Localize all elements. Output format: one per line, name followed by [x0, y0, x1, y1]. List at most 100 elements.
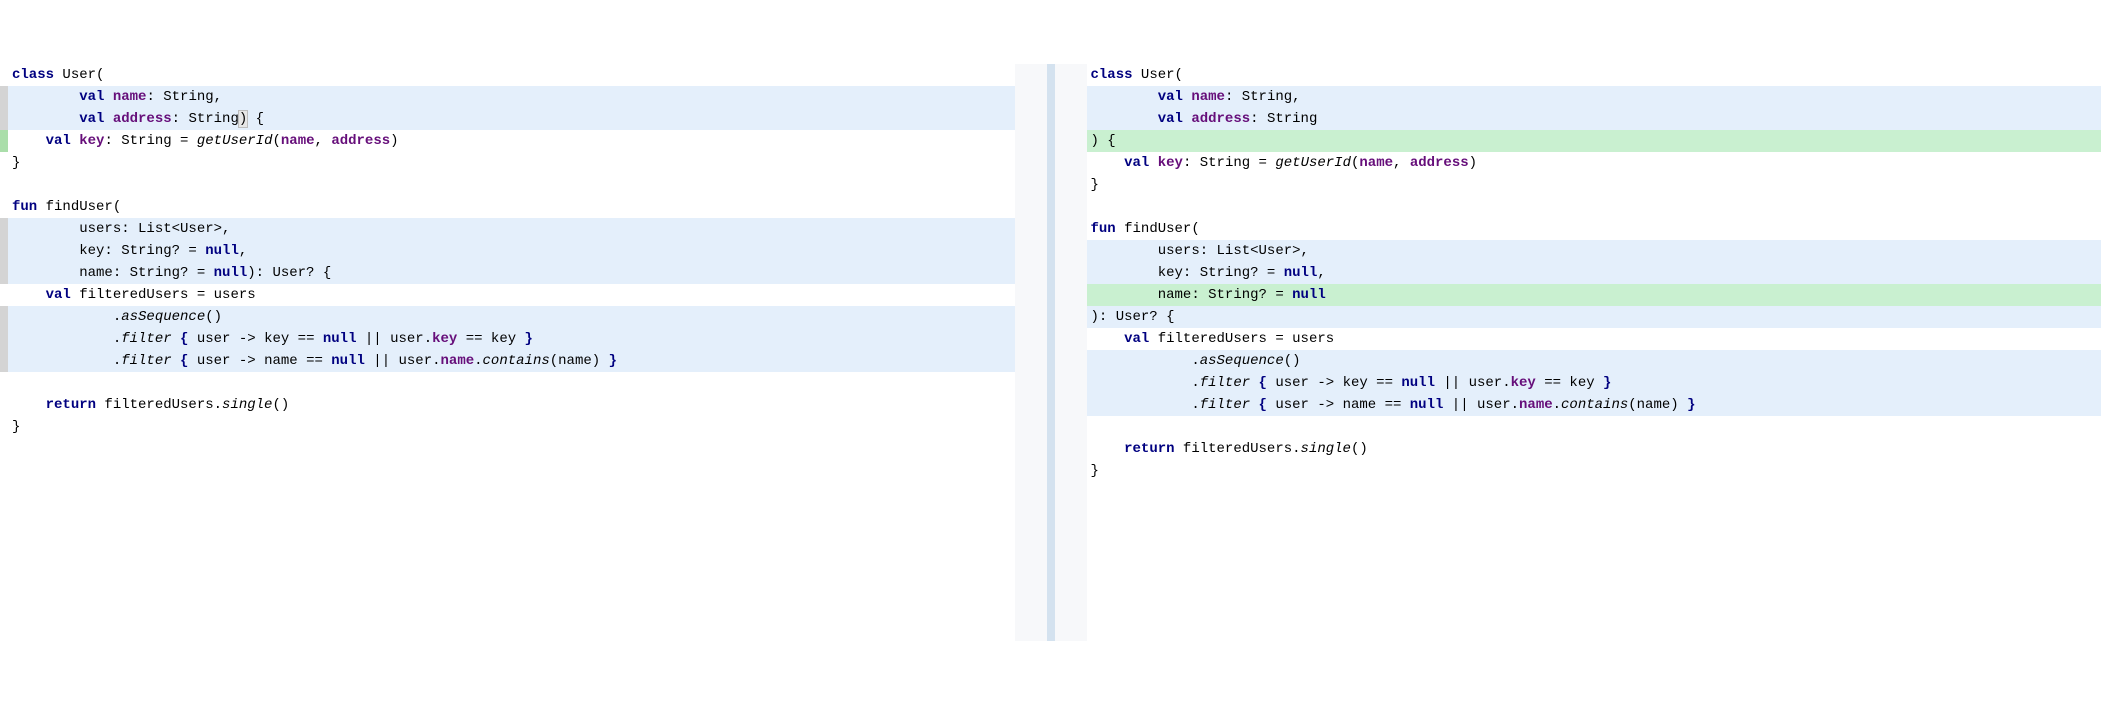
diff-marker	[0, 372, 8, 394]
code-line[interactable]: val key: String = getUserId(name, addres…	[0, 130, 1015, 152]
code-line[interactable]: name: String? = null): User? {	[0, 262, 1015, 284]
code-line[interactable]: fun findUser(	[0, 196, 1015, 218]
token: .	[12, 309, 121, 325]
token: return	[46, 397, 105, 413]
token: || user.	[1443, 397, 1519, 413]
code-line[interactable]: val key: String = getUserId(name, addres…	[1087, 152, 2101, 174]
token: null	[323, 331, 357, 347]
code-line[interactable]: .filter { user -> key == null || user.ke…	[1087, 372, 2101, 394]
token: ): User? {	[1091, 309, 1175, 325]
token: : String,	[1225, 89, 1301, 105]
token: null	[1401, 375, 1435, 391]
token: val	[79, 89, 113, 105]
code-line[interactable]: name: String? = null	[1087, 284, 2101, 306]
token: ,	[239, 243, 247, 259]
code-content: }	[1087, 177, 2101, 193]
token: filteredUsers = users	[79, 287, 255, 303]
token: filteredUsers.	[1183, 441, 1301, 457]
token: : String	[1250, 111, 1317, 127]
token: key	[1511, 375, 1536, 391]
code-content: val address: String	[1087, 111, 2101, 127]
code-content: val key: String = getUserId(name, addres…	[8, 133, 1015, 149]
token: name	[1359, 155, 1393, 171]
code-line[interactable]: .filter { user -> name == null || user.n…	[0, 350, 1015, 372]
token: )	[390, 133, 398, 149]
diff-marker	[0, 306, 8, 328]
code-line[interactable]: users: List<User>,	[0, 218, 1015, 240]
token: key	[1158, 155, 1183, 171]
token: filter	[1200, 397, 1250, 413]
code-line[interactable]	[1087, 416, 2101, 438]
code-line[interactable]	[1087, 196, 2101, 218]
code-line[interactable]: .asSequence()	[0, 306, 1015, 328]
code-content: return filteredUsers.single()	[1087, 441, 2101, 457]
token: null	[214, 265, 248, 281]
code-line[interactable]: val filteredUsers = users	[0, 284, 1015, 306]
code-line[interactable]: ): User? {	[1087, 306, 2101, 328]
code-line[interactable]: val address: String) {	[0, 108, 1015, 130]
token: .	[1091, 375, 1200, 391]
code-line[interactable]: }	[1087, 174, 2101, 196]
diff-viewer: class User( val name: String, val addres…	[0, 64, 2101, 641]
token: || user.	[365, 353, 441, 369]
code-line[interactable]: return filteredUsers.single()	[1087, 438, 2101, 460]
token: : String =	[1183, 155, 1275, 171]
token	[1250, 375, 1258, 391]
diff-left-pane[interactable]: class User( val name: String, val addres…	[0, 64, 1015, 641]
token: val	[1158, 111, 1192, 127]
code-content: }	[1087, 463, 2101, 479]
code-line[interactable]: key: String? = null,	[1087, 262, 2101, 284]
token: user -> key ==	[1267, 375, 1401, 391]
code-line[interactable]: .filter { user -> key == null || user.ke…	[0, 328, 1015, 350]
token: (name)	[1628, 397, 1687, 413]
token: val	[46, 287, 80, 303]
code-line[interactable]: val name: String,	[1087, 86, 2101, 108]
code-line[interactable]: class User(	[0, 64, 1015, 86]
code-line[interactable]: class User(	[1087, 64, 2101, 86]
code-line[interactable]: val filteredUsers = users	[1087, 328, 2101, 350]
code-line[interactable]: .filter { user -> name == null || user.n…	[1087, 394, 2101, 416]
token: User(	[1141, 67, 1183, 83]
code-line[interactable]: users: List<User>,	[1087, 240, 2101, 262]
token: ) {	[1091, 133, 1116, 149]
code-line[interactable]	[0, 372, 1015, 394]
code-line[interactable]	[0, 174, 1015, 196]
diff-marker	[0, 350, 8, 372]
code-line[interactable]: ) {	[1087, 130, 2101, 152]
token	[12, 111, 79, 127]
code-content: ) {	[1087, 133, 2101, 149]
token: name	[281, 133, 315, 149]
code-content: .filter { user -> key == null || user.ke…	[1087, 375, 2101, 391]
token: {	[247, 111, 264, 127]
token: : String,	[146, 89, 222, 105]
code-content: .asSequence()	[1087, 353, 2101, 369]
code-content: return filteredUsers.single()	[8, 397, 1015, 413]
code-line[interactable]: .asSequence()	[1087, 350, 2101, 372]
code-line[interactable]: return filteredUsers.single()	[0, 394, 1015, 416]
token: ()	[1284, 353, 1301, 369]
code-line[interactable]: key: String? = null,	[0, 240, 1015, 262]
code-line[interactable]: val name: String,	[0, 86, 1015, 108]
token: ,	[1393, 155, 1410, 171]
token: {	[1259, 397, 1267, 413]
token: name: String? =	[12, 265, 214, 281]
token: ()	[1351, 441, 1368, 457]
token	[1091, 111, 1158, 127]
token: name	[1191, 89, 1225, 105]
code-line[interactable]: }	[0, 152, 1015, 174]
code-content: }	[8, 419, 1015, 435]
token: ,	[315, 133, 332, 149]
code-content: class User(	[8, 67, 1015, 83]
code-line[interactable]: val address: String	[1087, 108, 2101, 130]
code-line[interactable]: }	[0, 416, 1015, 438]
token: : String =	[104, 133, 196, 149]
token: .	[12, 353, 121, 369]
diff-right-pane[interactable]: class User( val name: String, val addres…	[1087, 64, 2101, 641]
token: .	[1091, 353, 1200, 369]
token: ()	[272, 397, 289, 413]
token: null	[205, 243, 239, 259]
code-line[interactable]: }	[1087, 460, 2101, 482]
token	[1091, 89, 1158, 105]
token	[1091, 441, 1125, 457]
code-line[interactable]: fun findUser(	[1087, 218, 2101, 240]
